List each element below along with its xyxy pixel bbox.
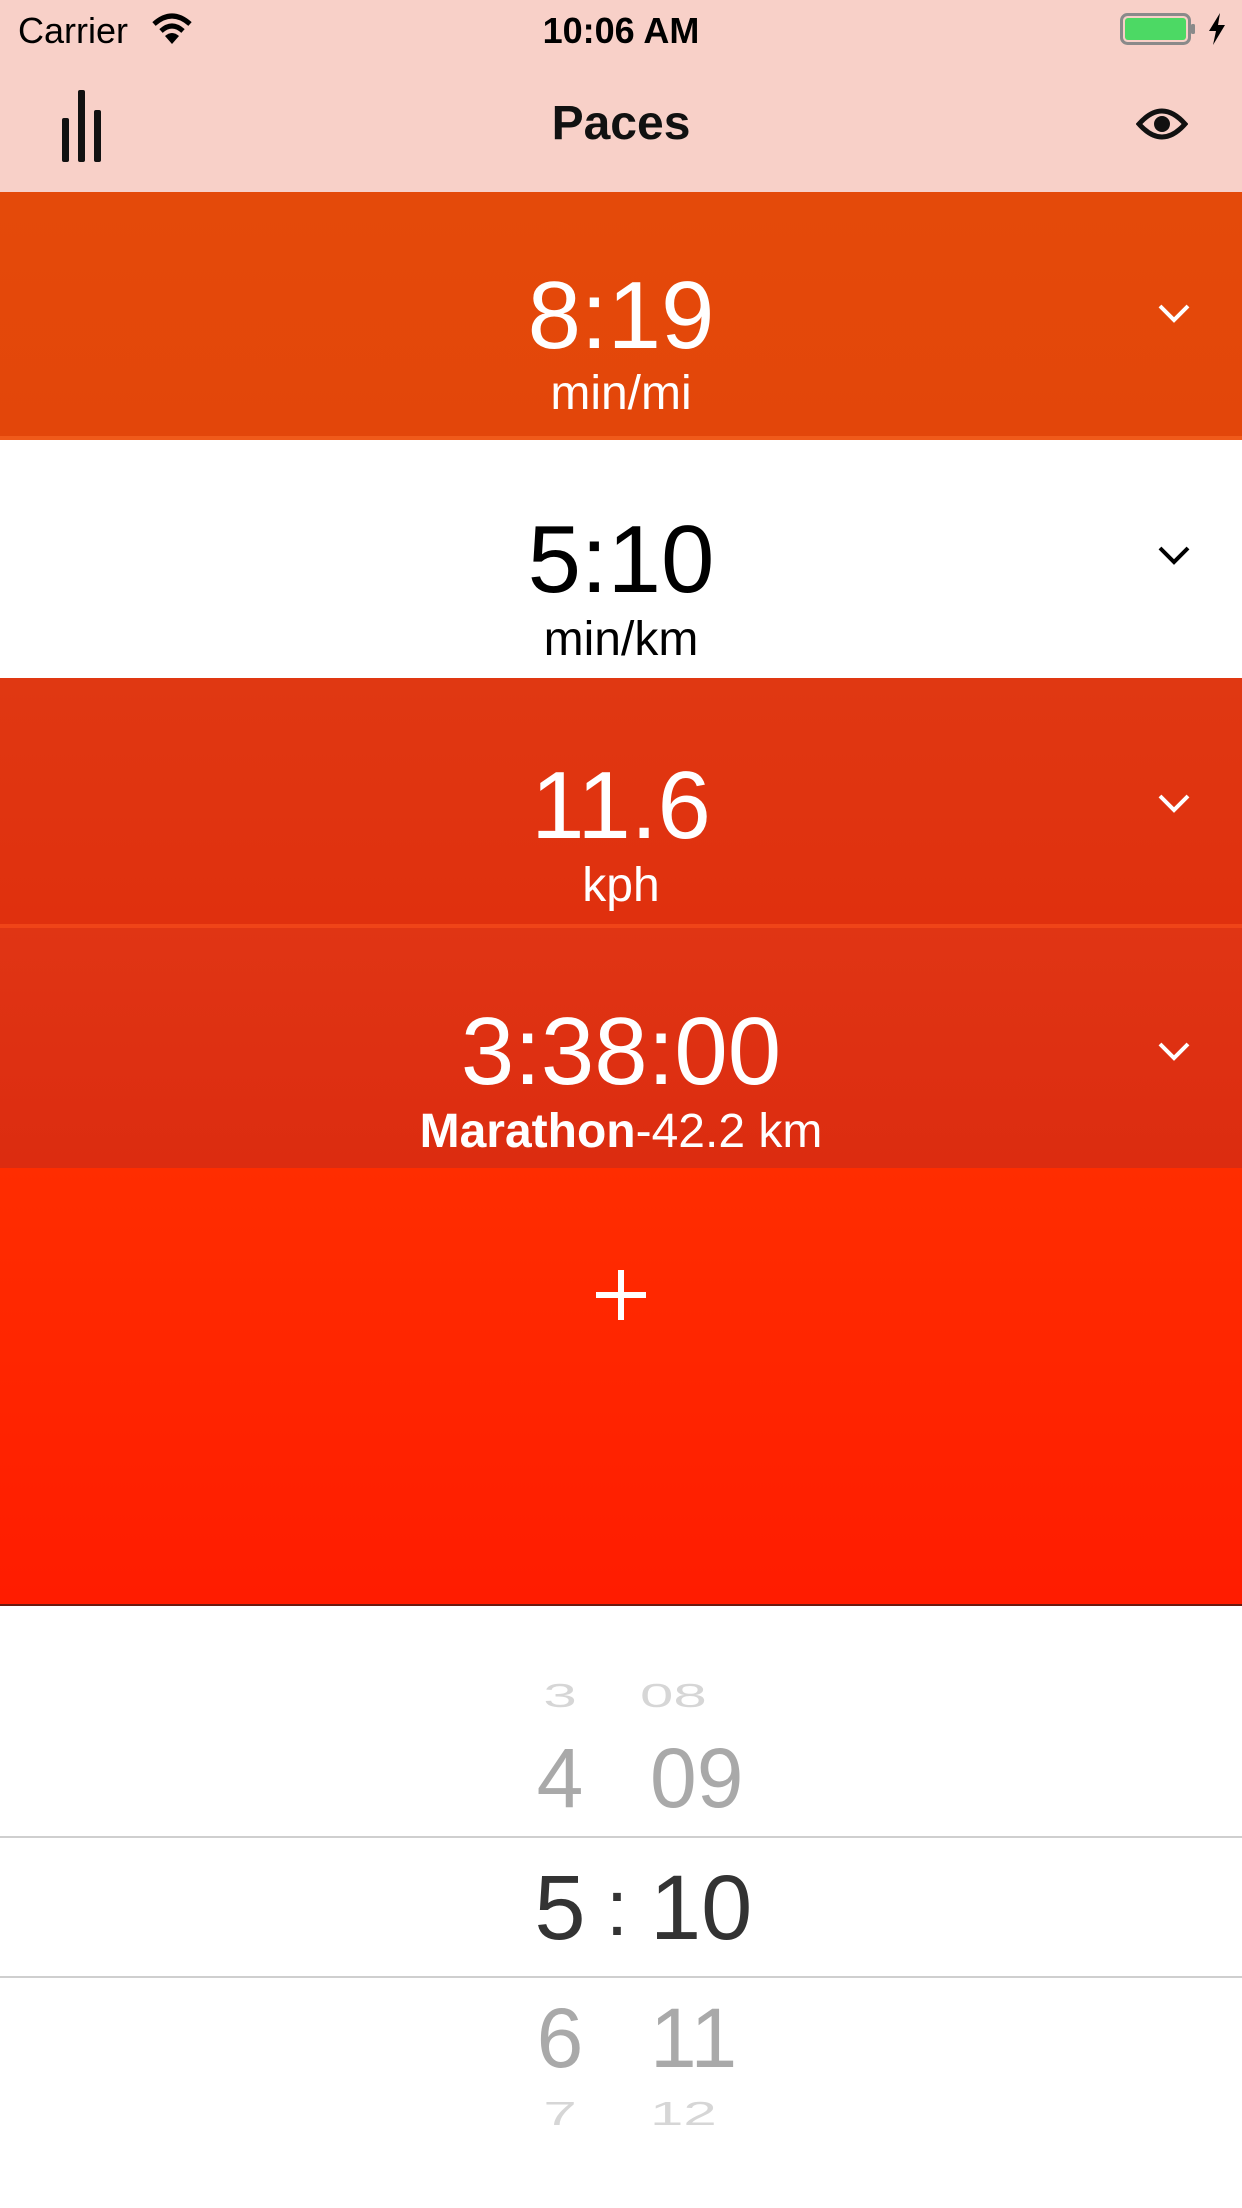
picker-separator: : bbox=[605, 1863, 629, 1952]
race-distance: -42.2 km bbox=[635, 1105, 823, 1158]
battery-icon bbox=[1120, 12, 1198, 51]
chevron-down-icon[interactable] bbox=[1156, 792, 1192, 814]
picker-selection-top-line bbox=[0, 1836, 1242, 1838]
picker-left-item[interactable]: 6 bbox=[520, 1996, 600, 2080]
top-bar: Carrier 10:06 AM Paces bbox=[0, 0, 1242, 194]
pace-row-marathon[interactable]: 3:38:00 Marathon-42.2 km bbox=[0, 928, 1242, 1168]
picker-left-item[interactable]: 3 bbox=[520, 1679, 600, 1713]
race-name: Marathon bbox=[419, 1105, 636, 1158]
race-distance-label: Marathon-42.2 km bbox=[0, 1108, 1242, 1156]
page-title: Paces bbox=[551, 97, 691, 150]
plus-icon[interactable] bbox=[596, 1270, 646, 1320]
picker-selection-bottom-line bbox=[0, 1976, 1242, 1978]
picker-right-item[interactable]: 08 bbox=[640, 1679, 780, 1713]
eye-icon[interactable] bbox=[1135, 104, 1189, 149]
pace-value: 5:10 bbox=[527, 506, 715, 613]
pace-unit: min/km bbox=[543, 613, 699, 666]
chevron-down-icon[interactable] bbox=[1156, 1040, 1192, 1062]
pace-unit: min/mi bbox=[550, 367, 692, 420]
picker-right-item-selected[interactable]: 10 bbox=[650, 1862, 790, 1954]
picker-right-item[interactable]: 11 bbox=[650, 1996, 790, 2080]
pace-value: 8:19 bbox=[527, 262, 715, 369]
picker-left-item-selected[interactable]: 5 bbox=[520, 1862, 600, 1954]
picker-left-item[interactable]: 7 bbox=[520, 2097, 600, 2131]
picker-left-item[interactable]: 4 bbox=[520, 1736, 600, 1820]
pace-row-kph[interactable]: 11.6 kph bbox=[0, 678, 1242, 928]
chevron-down-icon[interactable] bbox=[1156, 302, 1192, 324]
picker-right-item[interactable]: 12 bbox=[650, 2097, 790, 2131]
pace-row-min-per-mile[interactable]: 8:19 min/mi bbox=[0, 192, 1242, 440]
pace-row-min-per-km[interactable]: 5:10 min/km bbox=[0, 440, 1242, 678]
picker-right-item[interactable]: 09 bbox=[650, 1736, 790, 1820]
pace-value: 11.6 bbox=[531, 752, 711, 859]
charging-bolt-icon bbox=[1206, 12, 1228, 51]
add-row-button[interactable] bbox=[0, 1168, 1242, 1606]
race-time-value: 3:38:00 bbox=[460, 998, 782, 1105]
chevron-down-icon[interactable] bbox=[1156, 544, 1192, 566]
pace-picker[interactable]: 3 4 5 6 7 : 08 09 10 11 12 bbox=[0, 1606, 1242, 2208]
status-time: 10:06 AM bbox=[542, 10, 700, 51]
pace-unit: kph bbox=[582, 859, 660, 912]
